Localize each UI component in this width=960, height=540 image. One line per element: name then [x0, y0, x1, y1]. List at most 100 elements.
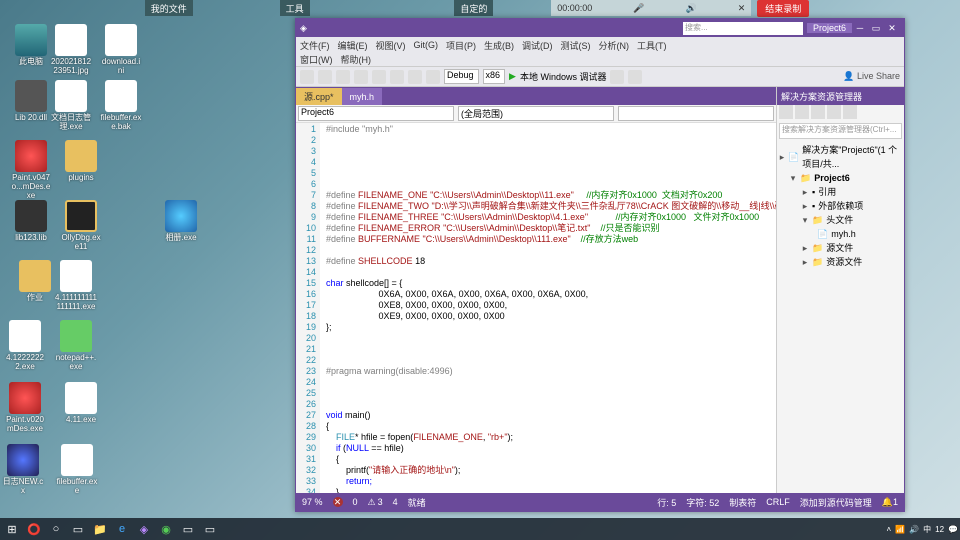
app-icon[interactable]: ▭: [178, 520, 198, 538]
browser-icon[interactable]: ◉: [156, 520, 176, 538]
new-button[interactable]: [336, 70, 350, 84]
indent-mode[interactable]: 制表符: [729, 496, 756, 509]
save-button[interactable]: [372, 70, 386, 84]
desktop-icon[interactable]: OllyDbg.exe11: [60, 200, 102, 252]
config-select[interactable]: Debug: [444, 69, 479, 84]
solution-search-input[interactable]: 搜索解决方案资源管理器(Ctrl+...: [779, 123, 902, 139]
desktop-icon[interactable]: filebuffer.exe: [56, 444, 98, 496]
toolbar-btn[interactable]: [610, 70, 624, 84]
menu-test[interactable]: 测试(S): [561, 39, 591, 52]
source-control[interactable]: 添加到源代码管理: [800, 496, 872, 509]
desktop-icon[interactable]: download.ini: [100, 24, 142, 76]
save-all-button[interactable]: [390, 70, 404, 84]
desktop-icon[interactable]: 相册.exe: [160, 200, 202, 243]
minimize-button[interactable]: ─: [852, 23, 868, 33]
play-icon[interactable]: ▶: [509, 71, 516, 82]
toolbar-btn[interactable]: [628, 70, 642, 84]
app-icon[interactable]: ▭: [200, 520, 220, 538]
undo-button[interactable]: [408, 70, 422, 84]
stop-record-button[interactable]: 结束录制: [751, 0, 815, 16]
vs-titlebar[interactable]: ◈ 搜索... Project6 ─ ▭ ✕: [296, 19, 904, 37]
desktop-icon[interactable]: Paint.v020 mDes.exe: [4, 382, 46, 434]
menu-debug[interactable]: 调试(D): [522, 39, 553, 52]
recorder-controls: 00:00:00 🎤 🔊 ✕: [551, 0, 751, 16]
debugger-select[interactable]: 本地 Windows 调试器: [520, 70, 607, 83]
menu-view[interactable]: 视图(V): [376, 39, 406, 52]
close-icon[interactable]: ✕: [738, 3, 746, 14]
system-tray[interactable]: ˄ 📶 🔊 中 12 💬: [887, 524, 958, 535]
tray-notif-icon[interactable]: 💬: [948, 525, 958, 534]
menu-window[interactable]: 窗口(W): [300, 53, 333, 66]
topbar-tools[interactable]: 工具: [280, 0, 310, 16]
live-share-button[interactable]: 👤 Live Share: [843, 71, 900, 82]
tray-network-icon[interactable]: 📶: [895, 525, 905, 534]
menu-analyze[interactable]: 分析(N): [599, 39, 630, 52]
code-content[interactable]: #include "myh.h" #define FILENAME_ONE "C…: [320, 123, 776, 493]
mic-icon[interactable]: 🎤: [633, 3, 644, 14]
tray-ime-icon[interactable]: 中: [923, 524, 931, 535]
back-button[interactable]: [300, 70, 314, 84]
start-button[interactable]: ⊞: [2, 520, 22, 538]
vs-toolbar: Debug x86 ▶ 本地 Windows 调试器 👤 Live Share: [296, 67, 904, 87]
tab-myh-h[interactable]: myh.h: [342, 88, 383, 105]
menu-file[interactable]: 文件(F): [300, 39, 330, 52]
desktop-icon[interactable]: Lib 20.dll: [10, 80, 52, 123]
notification-icon[interactable]: 🔔1: [882, 497, 898, 508]
scope-global-select[interactable]: (全局范围): [458, 106, 614, 121]
menu-tools[interactable]: 工具(T): [637, 39, 667, 52]
desktop-icon[interactable]: 20202181223951.jpg: [50, 24, 92, 76]
forward-button[interactable]: [318, 70, 332, 84]
desktop-icon[interactable]: 4.12222222.exe: [4, 320, 46, 372]
solution-tree[interactable]: ▸📄解决方案"Project6"(1 个项目/共... ▾📁Project6 ▸…: [777, 141, 904, 493]
maximize-button[interactable]: ▭: [868, 23, 884, 34]
vs-icon[interactable]: ◈: [134, 520, 154, 538]
search-button[interactable]: ⭕: [24, 520, 44, 538]
scope-member-select[interactable]: [618, 106, 774, 121]
desktop-icon[interactable]: lib123.lib: [10, 200, 52, 243]
home-button[interactable]: [779, 105, 793, 119]
tray-volume-icon[interactable]: 🔊: [909, 525, 919, 534]
platform-select[interactable]: x86: [483, 69, 506, 84]
desktop-icon[interactable]: filebuffer.exe.bak: [100, 80, 142, 132]
desktop-icon[interactable]: 此电脑: [10, 24, 52, 67]
refresh-button[interactable]: [795, 105, 809, 119]
desktop-icon[interactable]: 文档日志管理.exe: [50, 80, 92, 132]
desktop-icon[interactable]: 4.11.exe: [60, 382, 102, 425]
zoom-level[interactable]: 97 %: [302, 497, 323, 507]
show-all-button[interactable]: [827, 105, 841, 119]
edge-icon[interactable]: e: [112, 520, 132, 538]
tray-up-icon[interactable]: ˄: [887, 525, 892, 534]
desktop-icon[interactable]: 作业: [14, 260, 56, 303]
topbar-mydoc[interactable]: 我的文件: [145, 0, 193, 16]
editor-pane: 源.cpp* myh.h Project6 (全局范围) 12345678910…: [296, 87, 776, 493]
desktop-icon[interactable]: Paint.v047o...mDes.exe: [10, 140, 52, 200]
explorer-icon[interactable]: 📁: [90, 520, 110, 538]
warnings-count[interactable]: ⚠ 3: [368, 497, 383, 508]
cortana-button[interactable]: ○: [46, 520, 66, 538]
line-ending[interactable]: CRLF: [766, 497, 790, 507]
menu-edit[interactable]: 编辑(E): [338, 39, 368, 52]
tab-source-cpp[interactable]: 源.cpp*: [296, 88, 342, 105]
desktop-icon[interactable]: notepad++.exe: [55, 320, 97, 372]
close-button[interactable]: ✕: [884, 23, 900, 34]
vs-search-input[interactable]: 搜索...: [683, 22, 803, 35]
menu-help[interactable]: 帮助(H): [341, 53, 372, 66]
properties-button[interactable]: [843, 105, 857, 119]
tray-time[interactable]: 12: [935, 525, 944, 534]
cursor-col: 字符: 52: [686, 496, 719, 509]
collapse-button[interactable]: [811, 105, 825, 119]
desktop-icon[interactable]: 日志NEW.cx: [2, 444, 44, 496]
menu-git[interactable]: Git(G): [414, 40, 439, 50]
taskview-button[interactable]: ▭: [68, 520, 88, 538]
scope-project-select[interactable]: Project6: [298, 106, 454, 121]
desktop-icon[interactable]: 4.111111111111111.exe: [55, 260, 97, 312]
errors-count[interactable]: ✕: [333, 497, 343, 507]
menu-build[interactable]: 生成(B): [484, 39, 514, 52]
topbar-custom[interactable]: 自定的: [454, 0, 493, 16]
redo-button[interactable]: [426, 70, 440, 84]
volume-icon[interactable]: 🔊: [685, 3, 696, 14]
code-editor[interactable]: 1234567891011121314151617181920212223242…: [296, 123, 776, 493]
menu-project[interactable]: 项目(P): [446, 39, 476, 52]
desktop-icon[interactable]: plugins: [60, 140, 102, 183]
open-button[interactable]: [354, 70, 368, 84]
